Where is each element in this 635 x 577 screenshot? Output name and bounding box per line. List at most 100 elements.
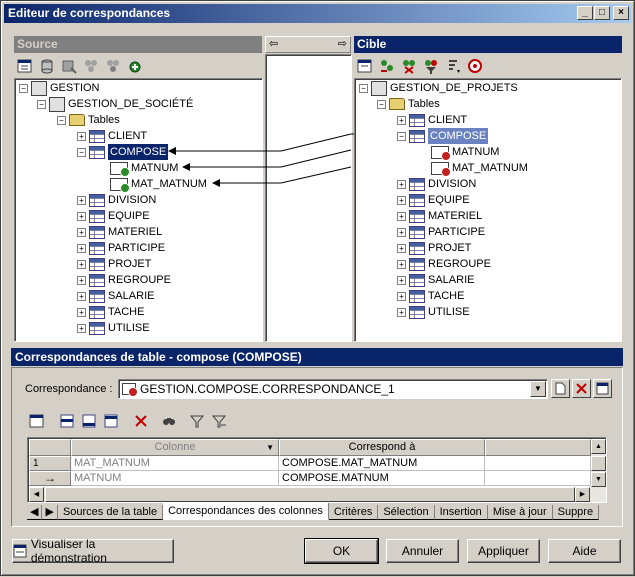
tab-delete[interactable]: Suppre	[552, 505, 600, 520]
collapse-icon[interactable]: −	[359, 83, 368, 93]
tree-node-column[interactable]: MATNUM	[431, 144, 499, 161]
collapse-icon[interactable]: −	[377, 99, 386, 109]
properties-icon[interactable]	[27, 411, 47, 431]
add-rows-icon[interactable]	[101, 411, 121, 431]
tree-node-table[interactable]: + SALARIE	[77, 288, 154, 304]
scroll-down-icon[interactable]: ▼	[591, 472, 606, 487]
grid-vertical-scrollbar[interactable]: ▲ ▼	[591, 439, 606, 487]
collapse-icon[interactable]: −	[57, 115, 66, 125]
tree-node-table[interactable]: + PROJET	[397, 240, 471, 256]
scroll-left-icon[interactable]: ◀	[29, 487, 44, 502]
expand-icon[interactable]: +	[77, 323, 86, 333]
tree-node-table[interactable]: + TACHE	[397, 288, 464, 304]
tree-node-table[interactable]: + PROJET	[77, 256, 151, 272]
properties-icon[interactable]	[15, 56, 35, 76]
tab-update[interactable]: Mise à jour	[487, 505, 553, 520]
scroll-up-icon[interactable]: ▲	[591, 439, 606, 454]
tree-node-table[interactable]: + PARTICIPE	[77, 240, 165, 256]
tree-node-table[interactable]: + EQUIPE	[77, 208, 150, 224]
sort-arrow-icon[interactable]: ▼	[266, 440, 274, 455]
sort-icon[interactable]	[443, 56, 463, 76]
help-button[interactable]: Aide	[548, 539, 621, 563]
expand-icon[interactable]: +	[397, 243, 406, 253]
expand-icon[interactable]: +	[77, 211, 86, 221]
tab-criteria[interactable]: Critères	[328, 505, 379, 520]
expand-icon[interactable]: +	[77, 243, 86, 253]
tree-node-table[interactable]: + UTILISE	[77, 320, 150, 336]
find-icon[interactable]	[159, 411, 179, 431]
apply-button[interactable]: Appliquer	[467, 539, 540, 563]
mapping-properties-button[interactable]	[593, 379, 612, 398]
tree-node-table[interactable]: + MATERIEL	[397, 208, 482, 224]
maximize-button[interactable]: □	[594, 6, 610, 20]
left-arrow-icon[interactable]: ⇦	[269, 37, 278, 50]
delete-icon[interactable]	[131, 411, 151, 431]
tree-node-table[interactable]: + DIVISION	[77, 192, 156, 208]
expand-icon[interactable]: +	[397, 275, 406, 285]
tree-node-table[interactable]: + CLIENT	[397, 112, 467, 128]
correspondence-select[interactable]: GESTION.COMPOSE.CORRESPONDANCE_1 ▼	[118, 379, 548, 399]
tab-column-mappings[interactable]: Correspondances des colonnes	[163, 503, 329, 520]
insert-row-icon[interactable]	[57, 411, 77, 431]
grid-cell-correspond[interactable]: COMPOSE.MATNUM	[279, 471, 485, 486]
tab-sources[interactable]: Sources de la table	[57, 505, 164, 520]
expand-icon[interactable]: +	[397, 307, 406, 317]
tree-node-table[interactable]: + MATERIEL	[77, 224, 162, 240]
tree-node-model[interactable]: − GESTION_DE_SOCIÉTÉ	[37, 96, 193, 112]
expand-icon[interactable]: +	[397, 227, 406, 237]
delete-column-icon[interactable]	[399, 56, 419, 76]
target-mapping-icon[interactable]	[465, 56, 485, 76]
grid-cell-colonne[interactable]: MATNUM	[71, 471, 279, 486]
right-arrow-icon[interactable]: ⇨	[338, 37, 347, 50]
minimize-button[interactable]: _	[577, 6, 593, 20]
collapse-icon[interactable]: −	[397, 131, 406, 141]
tree-node-table[interactable]: + PARTICIPE	[397, 224, 485, 240]
scroll-thumb[interactable]	[45, 487, 575, 502]
delete-mapping-button[interactable]	[572, 379, 591, 398]
expand-icon[interactable]: +	[77, 259, 86, 269]
tree-node-table[interactable]: + CLIENT	[77, 128, 147, 144]
expand-icon[interactable]: +	[397, 115, 406, 125]
clear-filter-icon[interactable]	[209, 411, 229, 431]
add-data-source-icon[interactable]	[37, 56, 57, 76]
column-header-colonne[interactable]: Colonne ▼	[71, 439, 279, 456]
tree-node-table[interactable]: + DIVISION	[397, 176, 476, 192]
tree-node-table[interactable]: + UTILISE	[397, 304, 470, 320]
expand-icon[interactable]: +	[77, 291, 86, 301]
disconnect-icon[interactable]	[59, 56, 79, 76]
close-button[interactable]: ×	[613, 6, 629, 20]
expand-icon[interactable]: +	[397, 211, 406, 221]
tab-scroll-left[interactable]: ◀	[27, 505, 43, 520]
tab-scroll-right[interactable]: ▶	[42, 505, 58, 520]
tree-node-table[interactable]: + SALARIE	[397, 272, 474, 288]
tree-node-root[interactable]: − GESTION_DE_PROJETS	[359, 80, 518, 96]
scroll-right-icon[interactable]: ▶	[575, 487, 590, 502]
tree-node-table[interactable]: + EQUIPE	[397, 192, 470, 208]
properties-icon[interactable]	[355, 56, 375, 76]
expand-all-icon[interactable]	[81, 56, 101, 76]
tree-node-table[interactable]: + TACHE	[77, 304, 144, 320]
tree-node-tables-folder[interactable]: − Tables	[377, 96, 440, 112]
expand-icon[interactable]: +	[397, 259, 406, 269]
new-mapping-button[interactable]	[551, 379, 570, 398]
grid-cell-colonne[interactable]: MAT_MATNUM	[71, 456, 279, 471]
tree-node-column[interactable]: MATNUM	[110, 160, 178, 177]
dropdown-arrow-icon[interactable]: ▼	[530, 381, 546, 397]
expand-icon[interactable]: +	[397, 179, 406, 189]
tab-insertion[interactable]: Insertion	[434, 505, 488, 520]
expand-icon[interactable]: +	[77, 307, 86, 317]
column-header-correspond[interactable]: Correspond à	[279, 439, 485, 456]
collapse-icon[interactable]: −	[77, 147, 86, 157]
collapse-all-icon[interactable]	[103, 56, 123, 76]
collapse-icon[interactable]: −	[37, 99, 46, 109]
tab-selection[interactable]: Sélection	[378, 505, 435, 520]
expand-icon[interactable]: +	[397, 291, 406, 301]
collapse-icon[interactable]: −	[19, 83, 28, 93]
tree-node-table-selected[interactable]: − COMPOSE	[397, 128, 489, 144]
grid-cell-correspond[interactable]: COMPOSE.MAT_MATNUM	[279, 456, 485, 471]
tree-node-column[interactable]: MAT_MATNUM	[110, 176, 207, 193]
row-header-current[interactable]: →	[29, 471, 71, 486]
filter-icon[interactable]	[187, 411, 207, 431]
row-header[interactable]: 1	[29, 456, 71, 471]
add-row-icon[interactable]	[79, 411, 99, 431]
